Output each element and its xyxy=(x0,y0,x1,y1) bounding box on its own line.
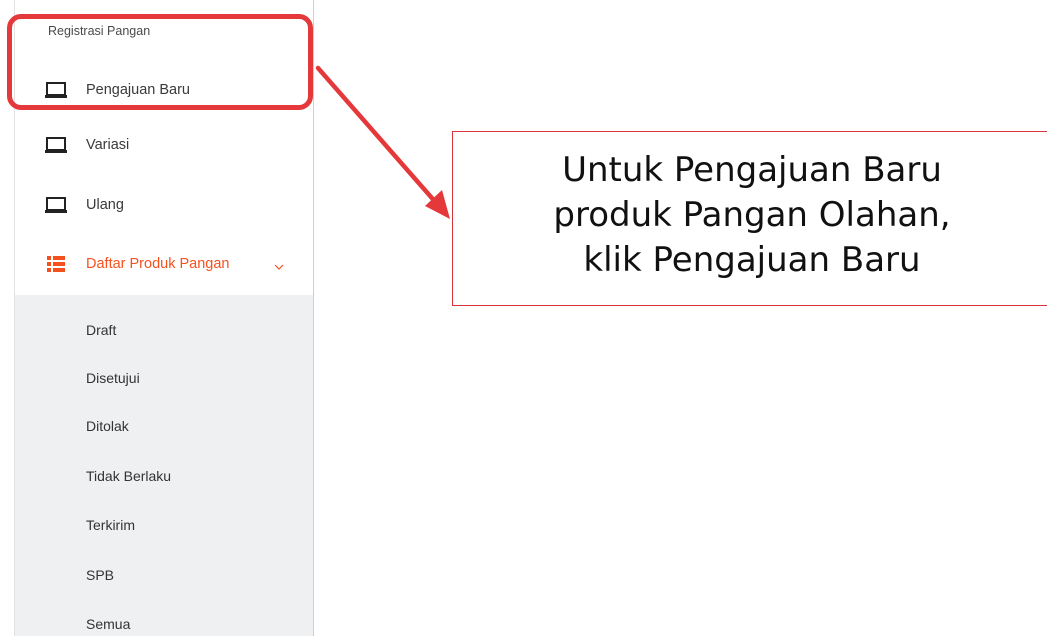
submenu-item-ditolak[interactable]: Ditolak xyxy=(15,408,313,444)
page: Registrasi Pangan Pengajuan Baru Variasi xyxy=(0,0,1047,636)
callout-line-2: produk Pangan Olahan, xyxy=(553,195,951,235)
sidebar-item-ulang[interactable]: Ulang xyxy=(15,185,313,225)
submenu-item-draft[interactable]: Draft xyxy=(15,312,313,348)
submenu-item-spb[interactable]: SPB xyxy=(15,557,313,593)
callout-text: Untuk Pengajuan Baru produk Pangan Olaha… xyxy=(452,148,1047,283)
submenu-daftar-produk-pangan: Draft Disetujui Ditolak Tidak Berlaku Te… xyxy=(15,295,313,636)
laptop-icon xyxy=(45,136,67,154)
submenu-item-label: Draft xyxy=(86,322,117,338)
callout-line-3: klik Pengajuan Baru xyxy=(583,240,921,280)
sidebar-item-daftar-produk-pangan[interactable]: Daftar Produk Pangan xyxy=(15,244,313,284)
submenu-item-semua[interactable]: Semua xyxy=(15,606,313,636)
submenu-item-label: Ditolak xyxy=(86,418,129,434)
submenu-item-label: Disetujui xyxy=(86,370,140,386)
submenu-item-label: SPB xyxy=(86,567,115,583)
list-icon xyxy=(45,255,67,273)
laptop-icon xyxy=(45,196,67,214)
laptop-icon xyxy=(45,81,67,99)
sidebar-item-label: Pengajuan Baru xyxy=(86,82,190,98)
sidebar-item-label: Ulang xyxy=(86,197,124,213)
submenu-item-label: Tidak Berlaku xyxy=(86,468,172,484)
submenu-item-terkirim[interactable]: Terkirim xyxy=(15,507,313,543)
sidebar-item-variasi[interactable]: Variasi xyxy=(15,125,313,165)
submenu-item-label: Semua xyxy=(86,616,131,632)
submenu-item-tidak-berlaku[interactable]: Tidak Berlaku xyxy=(15,458,313,494)
chevron-down-icon xyxy=(274,259,284,270)
submenu-item-disetujui[interactable]: Disetujui xyxy=(15,360,313,396)
sidebar: Registrasi Pangan Pengajuan Baru Variasi xyxy=(14,0,314,636)
section-title: Registrasi Pangan xyxy=(48,24,151,38)
sidebar-item-label: Variasi xyxy=(86,137,130,153)
submenu-item-label: Terkirim xyxy=(86,517,135,533)
callout-line-1: Untuk Pengajuan Baru xyxy=(562,150,942,190)
sidebar-item-label: Daftar Produk Pangan xyxy=(86,256,230,272)
sidebar-item-pengajuan-baru[interactable]: Pengajuan Baru xyxy=(15,70,313,110)
